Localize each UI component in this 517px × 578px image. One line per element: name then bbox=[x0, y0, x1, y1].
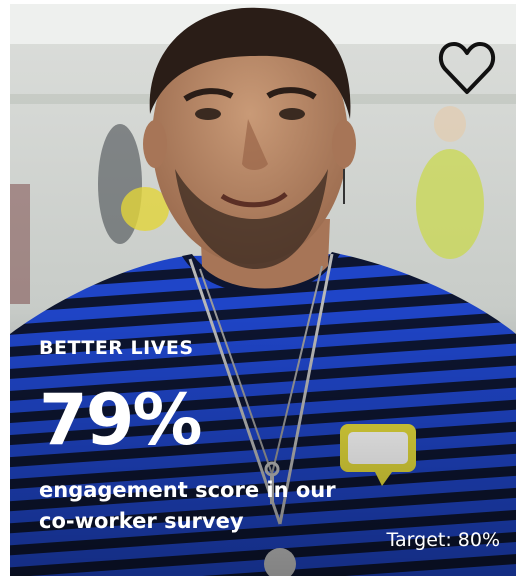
engagement-card: BETTER LIVES 79% engagement score in our… bbox=[10, 4, 516, 576]
section-eyebrow: BETTER LIVES bbox=[39, 337, 194, 359]
engagement-score: 79% bbox=[39, 379, 203, 461]
engagement-caption: engagement score in our co-worker survey bbox=[39, 478, 336, 533]
favorite-button[interactable] bbox=[438, 40, 496, 96]
target-label: Target: 80% bbox=[386, 529, 500, 551]
heart-outline-icon bbox=[438, 42, 496, 94]
